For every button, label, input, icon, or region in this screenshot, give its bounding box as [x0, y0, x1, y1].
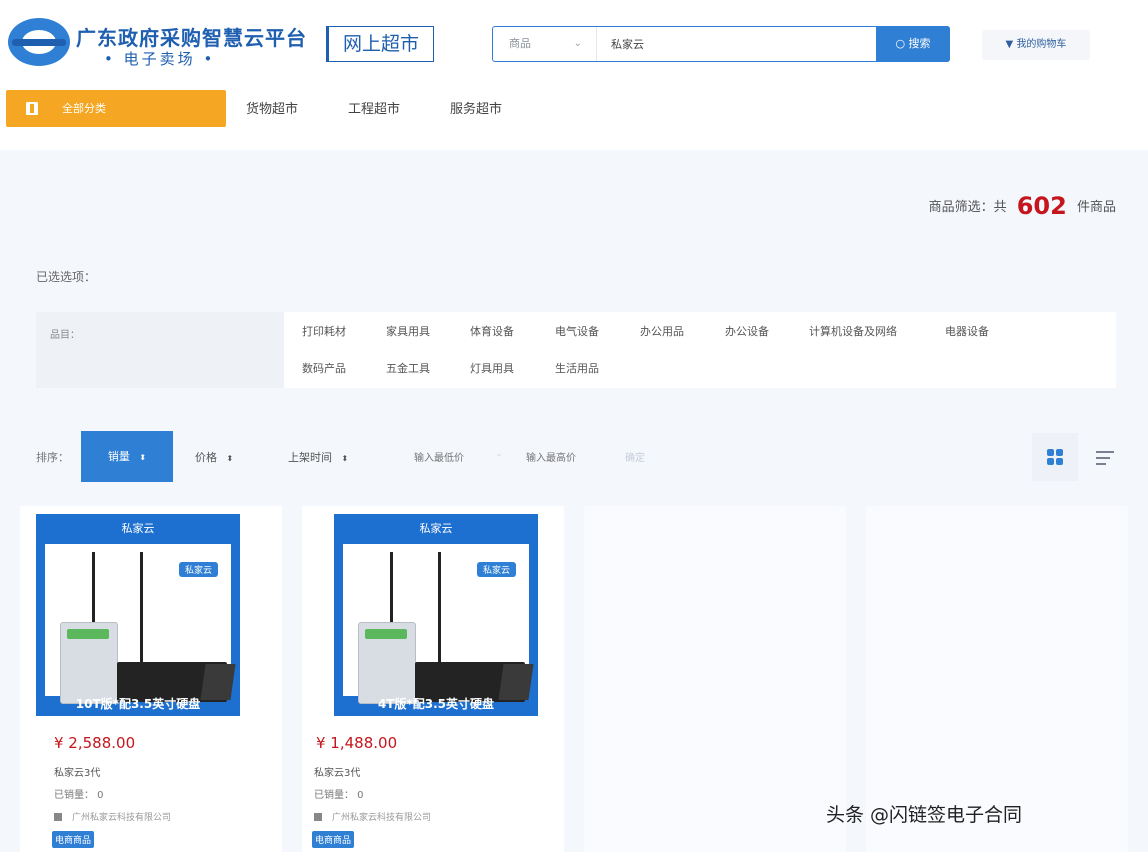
my-cart-button[interactable]: ▼ 我的购物车 [982, 30, 1090, 60]
product-brand: 私家云 [419, 522, 453, 535]
search-scope-value: 商品 [509, 37, 531, 50]
result-count: 602 [1016, 192, 1067, 220]
price-range-separator: - [497, 448, 501, 461]
search-scope-select[interactable]: 商品 ⌄ [493, 27, 597, 61]
product-name[interactable]: 私家云3代 [314, 764, 360, 779]
sort-by-sales-button[interactable]: 销量 ⬍ [81, 431, 173, 482]
filter-option[interactable]: 数码产品 [302, 360, 346, 376]
filter-label-cell [36, 312, 284, 388]
selected-options-label: 已选选项： [36, 270, 97, 284]
filter-option[interactable]: 灯具用具 [470, 360, 514, 376]
product-card[interactable]: 私家云 私家云 10T版*配3.5英寸硬盘 ¥ 2,588.00 私家云3代 已… [20, 506, 282, 852]
cart-label: 我的购物车 [1016, 39, 1067, 50]
shop-info[interactable]: 广州私家云科技有限公司 [54, 810, 171, 823]
all-categories-button[interactable]: 全部分类 [6, 90, 226, 127]
filter-label: 品目： [50, 330, 80, 341]
product-brand: 私家云 [121, 522, 155, 535]
nav-engineering-market[interactable]: 工程超市 [348, 98, 400, 117]
product-image[interactable]: 私家云 私家云 4T版*配3.5英寸硬盘 [334, 514, 538, 716]
logo-title: 广东政府采购智慧云平台 [76, 26, 307, 50]
search-input[interactable] [597, 27, 877, 61]
shop-icon [314, 813, 322, 821]
sort-toggle-icon: ⬍ [226, 454, 234, 463]
search-button-label: 搜索 [908, 37, 931, 50]
filter-option[interactable]: 电器设备 [945, 323, 989, 339]
product-sales: 已销量： 0 [314, 790, 364, 801]
sort-sales-label: 销量 [107, 450, 130, 463]
product-card[interactable]: 私家云 私家云 4T版*配3.5英寸硬盘 ¥ 1,488.00 私家云3代 已销… [302, 506, 564, 852]
product-badge: 私家云 [476, 562, 516, 577]
product-tag: 电商商品 [52, 831, 95, 848]
search-icon: ○ [895, 37, 906, 50]
nav-goods-market[interactable]: 货物超市 [246, 98, 298, 117]
sort-toggle-icon: ⬍ [139, 453, 147, 462]
product-sales: 已销量： 0 [54, 790, 104, 801]
summary-suffix: 件商品 [1076, 200, 1116, 215]
hard-drive-image [358, 622, 416, 704]
summary-prefix: 商品筛选：共 [928, 200, 1007, 215]
sort-toggle-icon: ⬍ [341, 454, 349, 463]
hard-drive-image [60, 622, 118, 704]
empty-product-slot [584, 506, 846, 852]
nav-service-market[interactable]: 服务超市 [450, 98, 502, 117]
price-confirm-button[interactable]: 确定 [625, 449, 645, 464]
filter-option[interactable]: 体育设备 [470, 323, 514, 339]
search-bar: 商品 ⌄ ○ 搜索 [492, 26, 950, 62]
product-name[interactable]: 私家云3代 [54, 764, 100, 779]
filter-option[interactable]: 打印耗材 [302, 323, 346, 339]
cart-icon: ▼ [1005, 39, 1014, 50]
product-tag: 电商商品 [312, 831, 355, 848]
product-badge: 私家云 [178, 562, 218, 577]
sort-price-label: 价格 [195, 451, 217, 464]
sort-by-listing-time-button[interactable]: 上架时间 ⬍ [288, 449, 348, 465]
sort-time-label: 上架时间 [288, 451, 332, 464]
watermark: 头条 @闪链签电子合同 [826, 804, 1023, 826]
filter-option[interactable]: 办公设备 [725, 323, 769, 339]
search-button[interactable]: ○ 搜索 [876, 26, 950, 62]
price-max-input[interactable] [524, 444, 624, 472]
shop-icon [54, 813, 62, 821]
list-view-icon[interactable] [1096, 450, 1114, 466]
chevron-down-icon: ⌄ [573, 38, 582, 49]
shop-info[interactable]: 广州私家云科技有限公司 [314, 810, 431, 823]
filter-option[interactable]: 办公用品 [640, 323, 684, 339]
sort-by-price-button[interactable]: 价格 ⬍ [195, 449, 233, 465]
product-price: ¥ 2,588.00 [54, 734, 136, 752]
product-price: ¥ 1,488.00 [316, 734, 398, 752]
filter-option[interactable]: 家具用具 [386, 323, 430, 339]
grid-view-icon[interactable] [1032, 433, 1078, 481]
filter-option[interactable]: 计算机设备及网络 [809, 323, 897, 339]
product-caption: 4T版*配3.5英寸硬盘 [377, 697, 495, 711]
filter-option[interactable]: 五金工具 [386, 360, 430, 376]
filter-option[interactable]: 电气设备 [555, 323, 599, 339]
logo-subtitle: 电子卖场 [104, 48, 215, 69]
result-summary: 商品筛选：共 602 件商品 [929, 192, 1116, 220]
product-image[interactable]: 私家云 私家云 10T版*配3.5英寸硬盘 [36, 514, 240, 716]
shop-name: 广州私家云科技有限公司 [72, 813, 172, 823]
shop-name: 广州私家云科技有限公司 [332, 813, 432, 823]
gd-gov-logo-emblem [8, 18, 70, 66]
market-name: 网上超市 [326, 26, 434, 62]
product-caption: 10T版*配3.5英寸硬盘 [75, 697, 201, 711]
category-menu-icon [26, 102, 38, 115]
sort-label: 排序： [36, 451, 69, 464]
filter-option[interactable]: 生活用品 [555, 360, 599, 376]
all-categories-label: 全部分类 [62, 102, 106, 115]
